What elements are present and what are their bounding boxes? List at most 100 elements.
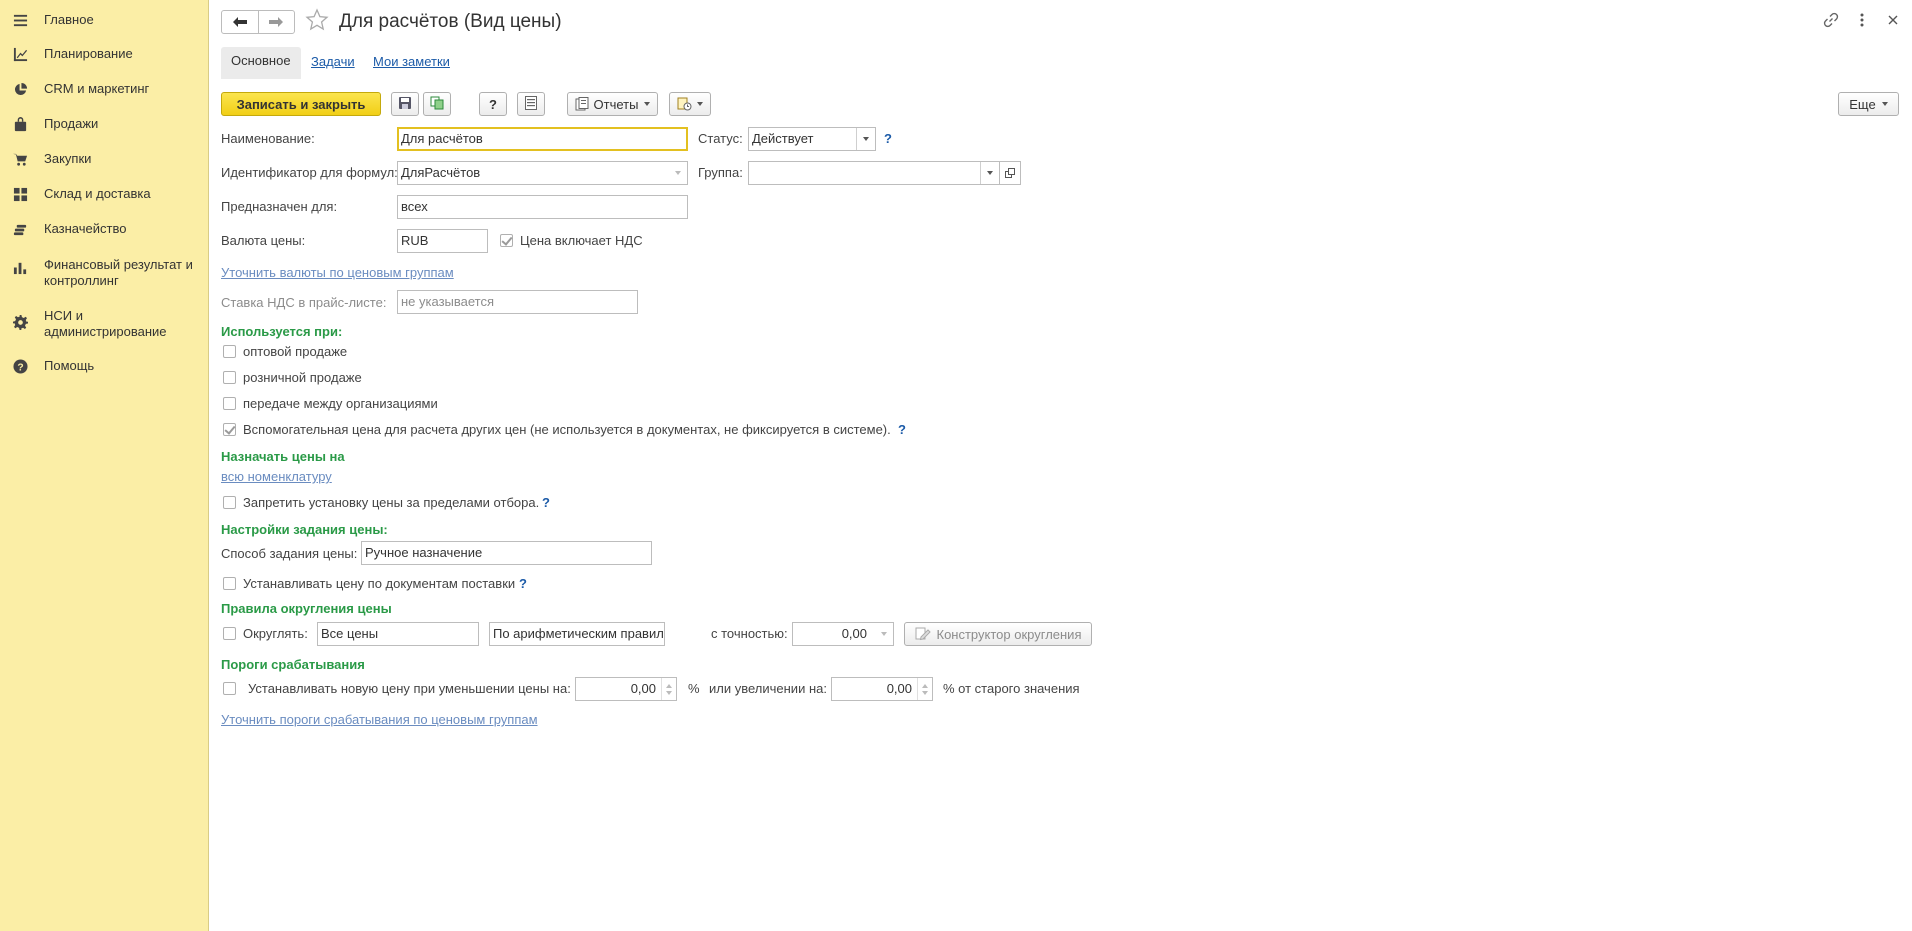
vat-included-checkbox[interactable] bbox=[500, 234, 513, 247]
sidebar-item-label: Планирование bbox=[44, 46, 133, 61]
auxiliary-price-label: Вспомогательная цена для расчета других … bbox=[243, 422, 891, 437]
status-help-icon[interactable]: ? bbox=[884, 131, 892, 146]
sidebar-item-purchases[interactable]: Закупки bbox=[12, 151, 202, 167]
purpose-label: Предназначен для: bbox=[221, 199, 338, 214]
vat-rate-input[interactable]: не указывается bbox=[397, 290, 638, 314]
forbid-outside-filter-label: Запретить установку цены за пределами от… bbox=[243, 495, 540, 510]
name-input[interactable]: Для расчётов bbox=[397, 127, 688, 151]
sidebar-item-treasury[interactable]: Казначейство bbox=[12, 221, 202, 237]
coins-icon bbox=[12, 221, 28, 237]
constructor-label: Конструктор округления bbox=[936, 626, 1082, 642]
tab-notes[interactable]: Мои заметки bbox=[373, 54, 450, 69]
decrease-value: 0,00 bbox=[630, 681, 656, 696]
tab-tasks[interactable]: Задачи bbox=[311, 54, 355, 69]
more-button[interactable]: Еще bbox=[1838, 92, 1899, 116]
print-menu-button[interactable] bbox=[669, 92, 711, 116]
round-rule-input[interactable]: По арифметическим правилам bbox=[489, 622, 665, 646]
thresholds-by-groups-link[interactable]: Уточнить пороги срабатывания по ценовым … bbox=[221, 712, 538, 727]
list-button[interactable] bbox=[517, 92, 545, 116]
save-button[interactable] bbox=[391, 92, 419, 116]
status-select[interactable]: Действует bbox=[748, 127, 876, 151]
more-vertical-icon[interactable] bbox=[1859, 12, 1865, 33]
forward-button[interactable] bbox=[257, 11, 295, 33]
forbid-outside-filter-checkbox[interactable] bbox=[223, 496, 236, 509]
group-label: Группа: bbox=[698, 165, 743, 180]
sidebar-item-main[interactable]: Главное bbox=[12, 12, 202, 28]
wholesale-checkbox[interactable] bbox=[223, 345, 236, 358]
open-group-button[interactable] bbox=[999, 161, 1021, 185]
sidebar-item-finance[interactable]: Финансовый результат и контроллинг bbox=[12, 257, 202, 289]
old-value-label: % от старого значения bbox=[943, 681, 1080, 696]
svg-text:?: ? bbox=[17, 362, 23, 373]
sidebar-item-crm[interactable]: CRM и маркетинг bbox=[12, 81, 202, 97]
round-prices-input[interactable]: Все цены bbox=[317, 622, 479, 646]
set-by-docs-help-icon[interactable]: ? bbox=[519, 576, 527, 591]
increase-value: 0,00 bbox=[886, 681, 912, 696]
spin-stepper-icon[interactable] bbox=[917, 678, 932, 700]
interorg-checkbox[interactable] bbox=[223, 397, 236, 410]
auxiliary-help-icon[interactable]: ? bbox=[898, 422, 906, 437]
sidebar-item-warehouse[interactable]: Склад и доставка bbox=[12, 186, 202, 202]
dropdown-arrow-icon[interactable] bbox=[875, 623, 893, 645]
retail-checkbox[interactable] bbox=[223, 371, 236, 384]
used-in-section-title: Используется при: bbox=[221, 324, 343, 339]
open-window-icon bbox=[1005, 168, 1015, 178]
floppy-icon bbox=[398, 96, 412, 113]
wholesale-label: оптовой продаже bbox=[243, 344, 348, 359]
increase-label: или увеличении на: bbox=[709, 681, 827, 696]
auxiliary-price-checkbox[interactable] bbox=[223, 423, 236, 436]
group-select[interactable] bbox=[748, 161, 1000, 185]
more-label: Еще bbox=[1849, 96, 1876, 112]
sidebar-item-sales[interactable]: Продажи bbox=[12, 116, 202, 132]
set-by-docs-label: Устанавливать цену по документам поставк… bbox=[243, 576, 516, 591]
threshold-checkbox[interactable] bbox=[223, 682, 236, 695]
sidebar-item-planning[interactable]: Планирование bbox=[12, 46, 202, 62]
tab-main[interactable]: Основное bbox=[221, 47, 301, 79]
forbid-help-icon[interactable]: ? bbox=[542, 495, 550, 510]
vat-included-label: Цена включает НДС bbox=[520, 233, 643, 248]
favorite-star-icon[interactable] bbox=[305, 8, 329, 35]
round-checkbox[interactable] bbox=[223, 627, 236, 640]
sidebar-item-help[interactable]: ? Помощь bbox=[12, 358, 202, 374]
formula-id-label: Идентификатор для формул: bbox=[221, 165, 398, 180]
back-button[interactable] bbox=[222, 11, 258, 33]
round-label: Округлять: bbox=[243, 626, 308, 641]
percent-label: % bbox=[688, 681, 700, 696]
save-and-close-button[interactable]: Записать и закрыть bbox=[221, 92, 381, 116]
help-button[interactable]: ? bbox=[479, 92, 507, 116]
dropdown-arrow-icon[interactable] bbox=[856, 128, 875, 150]
reports-label: Отчеты bbox=[593, 96, 639, 112]
currency-input[interactable]: RUB bbox=[397, 229, 488, 253]
method-label: Способ задания цены: bbox=[221, 546, 358, 561]
increase-input[interactable]: 0,00 bbox=[831, 677, 933, 701]
copy-button[interactable] bbox=[423, 92, 451, 116]
reports-button[interactable]: Отчеты bbox=[567, 92, 658, 116]
sidebar-item-admin[interactable]: НСИ и администрирование bbox=[12, 308, 202, 340]
dropdown-arrow-icon[interactable] bbox=[669, 162, 687, 184]
sidebar: Главное Планирование CRM и маркетинг Про… bbox=[0, 0, 209, 931]
sidebar-item-label: Закупки bbox=[44, 151, 92, 166]
vat-rate-label: Ставка НДС в прайс-листе: bbox=[221, 295, 387, 310]
set-by-docs-checkbox[interactable] bbox=[223, 577, 236, 590]
precision-label: с точностью: bbox=[711, 626, 788, 641]
chevron-down-icon bbox=[1881, 102, 1888, 106]
rounding-constructor-button[interactable]: Конструктор округления bbox=[904, 622, 1092, 646]
all-nomenclature-link[interactable]: всю номенклатуру bbox=[221, 469, 332, 484]
currency-by-groups-link[interactable]: Уточнить валюты по ценовым группам bbox=[221, 265, 454, 280]
formula-id-input[interactable]: ДляРасчётов bbox=[397, 161, 688, 185]
copy-document-icon bbox=[430, 96, 444, 113]
menu-icon bbox=[12, 12, 28, 28]
purpose-input[interactable]: всех bbox=[397, 195, 688, 219]
interorg-label: передаче между организациями bbox=[243, 396, 438, 411]
dropdown-arrow-icon[interactable] bbox=[980, 162, 999, 184]
link-icon[interactable] bbox=[1823, 12, 1839, 33]
close-icon[interactable] bbox=[1887, 12, 1899, 33]
precision-input[interactable]: 0,00 bbox=[792, 622, 894, 646]
decrease-input[interactable]: 0,00 bbox=[575, 677, 677, 701]
print-icon bbox=[677, 97, 693, 111]
sidebar-item-label: Финансовый результат и контроллинг bbox=[44, 257, 193, 288]
method-input[interactable]: Ручное назначение bbox=[361, 541, 652, 565]
spin-stepper-icon[interactable] bbox=[661, 678, 676, 700]
bar-chart-icon bbox=[12, 259, 28, 275]
cart-icon bbox=[12, 151, 28, 167]
